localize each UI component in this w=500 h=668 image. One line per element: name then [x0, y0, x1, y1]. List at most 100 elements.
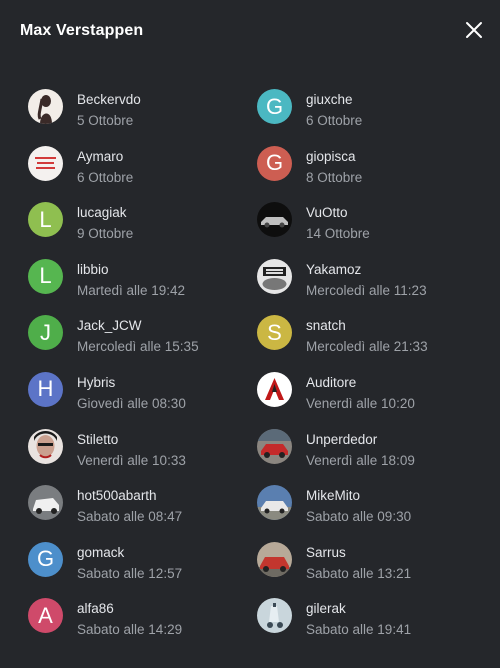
person-info: libbio Martedì alle 19:42: [77, 258, 185, 299]
dialog-header: Max Verstappen: [0, 0, 500, 64]
person-info: Aymaro 6 Ottobre: [77, 145, 133, 186]
person-info: Auditore Venerdì alle 10:20: [306, 371, 415, 412]
person-timestamp: Sabato alle 13:21: [306, 565, 412, 581]
person-info: MikeMito Sabato alle 09:30: [306, 484, 411, 525]
person-timestamp: Sabato alle 14:29: [77, 622, 183, 638]
close-icon[interactable]: [464, 20, 484, 40]
person-name[interactable]: giopisca: [306, 149, 362, 165]
person-name[interactable]: Hybris: [77, 375, 186, 391]
person-info: alfa86 Sabato alle 14:29: [77, 597, 182, 638]
person-item[interactable]: Ggiopisca 8 Ottobre: [257, 145, 486, 201]
person-timestamp: Martedì alle 19:42: [77, 282, 186, 298]
person-name[interactable]: lucagiak: [77, 205, 133, 221]
people-list: Beckervdo 5 Ottobre Ggiuxche 6 Ottobre Aymar…: [28, 88, 488, 654]
person-item[interactable]: Beckervdo 5 Ottobre: [28, 88, 257, 144]
blue-car-photo-icon: [257, 485, 292, 521]
person-timestamp: Mercoledì alle 11:23: [306, 282, 427, 298]
person-name[interactable]: Aymaro: [77, 149, 133, 165]
scooter-photo-icon: [257, 598, 292, 634]
person-item[interactable]: J Jack_JCW Mercoledì alle 15:35: [28, 314, 257, 370]
avatar-letter: L: [39, 263, 52, 289]
person-item[interactable]: MikeMito Sabato alle 09:30: [257, 484, 486, 540]
person-info: VuOtto 14 Ottobre: [306, 201, 370, 242]
avatar[interactable]: [257, 485, 292, 521]
person-item[interactable]: gilerak Sabato alle 19:41: [257, 597, 486, 653]
avatar[interactable]: G: [257, 145, 292, 181]
person-timestamp: Sabato alle 08:47: [77, 509, 183, 525]
avatar-letter: H: [37, 376, 54, 402]
person-name[interactable]: Sarrus: [306, 545, 411, 561]
person-item[interactable]: Ggiuxche 6 Ottobre: [257, 88, 486, 144]
avatar[interactable]: [28, 145, 63, 181]
person-info: Stiletto Venerdì alle 10:33: [77, 428, 186, 469]
avatar[interactable]: [257, 202, 292, 238]
person-item[interactable]: Yakamoz Mercoledì alle 11:23: [257, 258, 486, 314]
person-name[interactable]: Auditore: [306, 375, 415, 391]
person-timestamp: Mercoledì alle 21:33: [306, 339, 428, 355]
avatar[interactable]: [257, 598, 292, 634]
red-car-photo-icon: [257, 428, 292, 464]
person-item[interactable]: Stiletto Venerdì alle 10:33: [28, 428, 257, 484]
avatar[interactable]: S: [257, 315, 292, 351]
avatar[interactable]: [257, 541, 292, 577]
person-name[interactable]: VuOtto: [306, 205, 370, 221]
person-timestamp: 5 Ottobre: [77, 113, 134, 128]
person-timestamp: Giovedì alle 08:30: [77, 395, 186, 411]
person-item[interactable]: Aymaro 6 Ottobre: [28, 145, 257, 201]
white-car-photo-icon: [28, 485, 63, 521]
person-name[interactable]: gilerak: [306, 601, 411, 617]
avatar[interactable]: [257, 371, 292, 407]
avatar-letter: A: [38, 602, 53, 628]
avatar[interactable]: L: [28, 202, 63, 238]
person-info: hot500abarth Sabato alle 08:47: [77, 484, 182, 525]
avatar[interactable]: [257, 258, 292, 294]
person-item[interactable]: Llucagiak 9 Ottobre: [28, 201, 257, 257]
red-car-street-photo-icon: [257, 541, 292, 577]
avatar[interactable]: L: [28, 258, 63, 294]
person-item[interactable]: Ssnatch Mercoledì alle 21:33: [257, 314, 486, 370]
person-name[interactable]: alfa86: [77, 601, 182, 617]
person-name[interactable]: Beckervdo: [77, 92, 141, 108]
person-timestamp: Sabato alle 19:41: [306, 622, 412, 638]
person-name[interactable]: snatch: [306, 318, 428, 334]
avatar[interactable]: G: [257, 89, 292, 124]
person-name[interactable]: giuxche: [306, 92, 362, 108]
person-name[interactable]: Jack_JCW: [77, 318, 199, 334]
person-timestamp: Venerdì alle 18:09: [306, 452, 415, 468]
avatar[interactable]: [28, 89, 63, 124]
person-item[interactable]: Ggomack Sabato alle 12:57: [28, 541, 257, 597]
avatar[interactable]: [28, 485, 63, 521]
person-info: giuxche 6 Ottobre: [306, 88, 362, 129]
person-name[interactable]: hot500abarth: [77, 488, 182, 504]
avatar[interactable]: A: [28, 598, 63, 634]
person-name[interactable]: libbio: [77, 262, 185, 278]
person-item[interactable]: H Hybris Giovedì alle 08:30: [28, 371, 257, 427]
person-item[interactable]: Aalfa86 Sabato alle 14:29: [28, 597, 257, 653]
person-info: Hybris Giovedì alle 08:30: [77, 371, 186, 412]
person-item[interactable]: Sarrus Sabato alle 13:21: [257, 541, 486, 597]
person-item[interactable]: VuOtto 14 Ottobre: [257, 201, 486, 257]
avatar[interactable]: G: [28, 541, 63, 577]
person-name[interactable]: MikeMito: [306, 488, 411, 504]
person-item[interactable]: Llibbio Martedì alle 19:42: [28, 258, 257, 314]
avatar-letter: S: [267, 319, 282, 345]
text-photo-icon: [28, 145, 63, 181]
avatar[interactable]: J: [28, 315, 63, 351]
avatar[interactable]: H: [28, 371, 63, 407]
person-name[interactable]: Unperdedor: [306, 432, 415, 448]
person-info: lucagiak 9 Ottobre: [77, 201, 133, 242]
person-name[interactable]: Stiletto: [77, 432, 186, 448]
person-name[interactable]: Yakamoz: [306, 262, 427, 278]
person-info: Unperdedor Venerdì alle 18:09: [306, 428, 415, 469]
person-name[interactable]: gomack: [77, 545, 182, 561]
person-info: gilerak Sabato alle 19:41: [306, 597, 411, 638]
person-info: giopisca 8 Ottobre: [306, 145, 362, 186]
person-timestamp: Sabato alle 12:57: [77, 565, 183, 581]
person-item[interactable]: Unperdedor Venerdì alle 18:09: [257, 428, 486, 484]
person-item[interactable]: Auditore Venerdì alle 10:20: [257, 371, 486, 427]
avatar[interactable]: [28, 428, 63, 464]
avatar[interactable]: [257, 428, 292, 464]
person-item[interactable]: hot500abarth Sabato alle 08:47: [28, 484, 257, 540]
person-timestamp: Mercoledì alle 15:35: [77, 339, 199, 355]
person-info: Sarrus Sabato alle 13:21: [306, 541, 411, 582]
